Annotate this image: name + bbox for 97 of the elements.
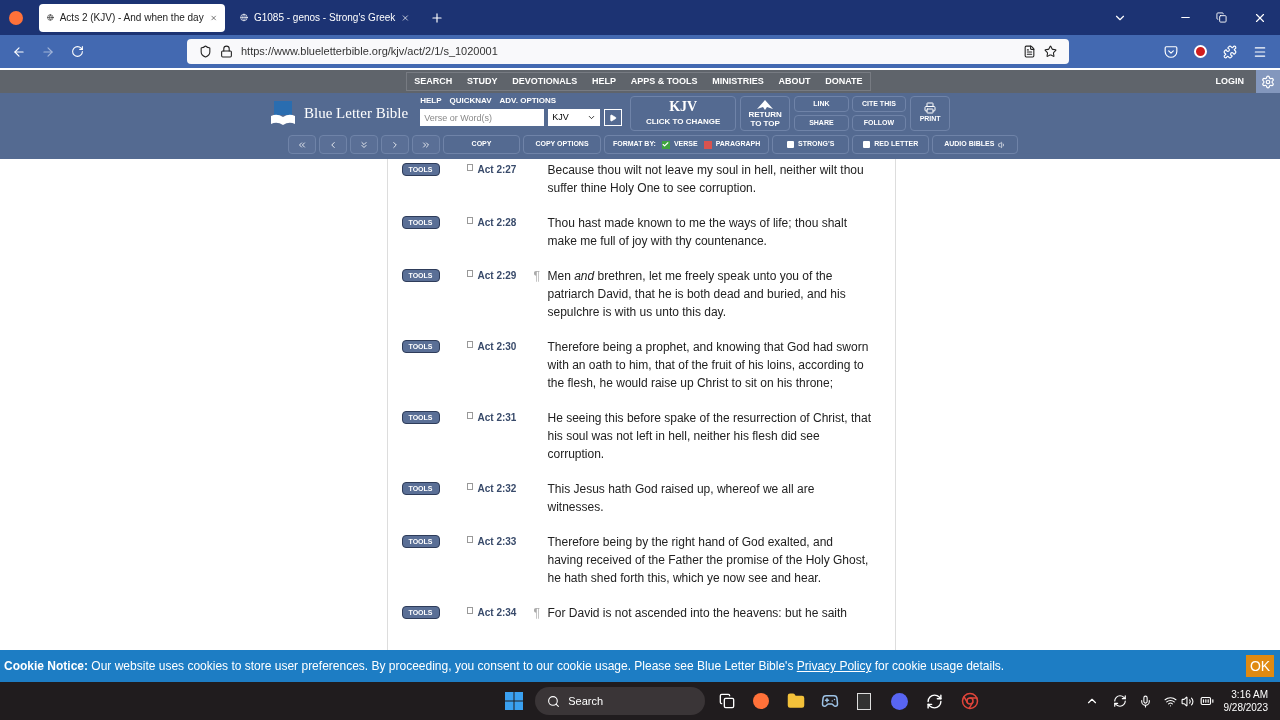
site-menu-link[interactable]: DEVOTIONALS: [512, 74, 578, 89]
reader-view-icon[interactable]: [1023, 45, 1036, 58]
verse-reference[interactable]: Act 2:32: [477, 480, 534, 498]
copy-verse-icon[interactable]: [465, 412, 473, 420]
copy-verse-icon[interactable]: [465, 341, 473, 349]
cookie-notice-text: Cookie Notice: Our website uses cookies to store user preferences. By proceeding, you consent to our cookie usage. Please see Blue Letter Bible's Privacy Policy for cookie usage details.: [4, 658, 1005, 675]
site-menu-link[interactable]: APPS & TOOLS: [630, 74, 698, 89]
pocket-icon[interactable]: [1164, 44, 1178, 59]
format-checkbox[interactable]: [703, 140, 712, 149]
site-menu-link[interactable]: DONATE: [825, 74, 863, 89]
verse-reference[interactable]: Act 2:30: [477, 338, 534, 356]
site-menu-link[interactable]: HELP: [592, 74, 616, 89]
site-menu-link[interactable]: STUDY: [467, 74, 498, 89]
double-left-icon: [297, 139, 307, 150]
search-option-link[interactable]: ADV. OPTIONS: [499, 96, 557, 105]
verse-text: He seeing this before spake of the resurrection of Christ, that his soul was not left in hell, neither his flesh did see corruption.: [547, 410, 872, 463]
gear-icon: [1261, 74, 1275, 89]
back-icon[interactable]: [12, 44, 26, 59]
tab-title: G1085 - genos - Strong's Greek: [253, 11, 396, 25]
copy-verse-icon[interactable]: [465, 217, 473, 225]
microphone-icon[interactable]: [1138, 694, 1152, 708]
site-logo-text[interactable]: Blue Letter Bible: [304, 101, 409, 125]
taskbar-search[interactable]: Search: [535, 687, 706, 715]
search-option-link[interactable]: HELP: [420, 96, 442, 105]
go-button[interactable]: [604, 109, 623, 126]
shield-icon: [199, 45, 212, 58]
privacy-policy-link[interactable]: Privacy Policy: [796, 659, 872, 673]
battery-icon[interactable]: [1199, 694, 1214, 708]
copy-verse-icon[interactable]: [465, 164, 473, 172]
copy-verse-icon[interactable]: [465, 270, 473, 278]
airplane-icon: [757, 99, 774, 110]
verse-reference[interactable]: Act 2:27: [477, 161, 534, 179]
speaker-icon: [998, 140, 1007, 149]
format-checkbox[interactable]: [661, 140, 670, 149]
settings-button[interactable]: [1256, 70, 1280, 93]
printer-icon: [924, 102, 937, 115]
bible-logo-icon: [270, 100, 296, 126]
bookmark-star-icon[interactable]: [1044, 45, 1057, 58]
verse-text: Therefore being a prophet, and knowing that God had sworn with an oath to him, that of the fruit of his loins, according to the flesh, he would raise up Christ to sit on his throne;: [547, 339, 870, 392]
verse-text: Men and brethren, let me freely speak unto you of the patriarch David, that he is both dead and buried, and his sepulchre is with us unto this day.: [547, 268, 847, 321]
new-tab-icon[interactable]: [430, 10, 444, 25]
version-button[interactable]: KJV CLICK TO CHANGE: [630, 96, 737, 131]
verse-text: Because thou wilt not leave my soul in hell, neither wilt thou suffer thine Holy One to see corruption.: [547, 162, 865, 197]
start-icon[interactable]: [505, 692, 524, 710]
menu-icon[interactable]: [1253, 44, 1267, 59]
left-icon: [328, 139, 338, 150]
update-icon[interactable]: [1112, 694, 1127, 708]
extension-icon[interactable]: [1194, 45, 1207, 58]
copy-verse-icon[interactable]: [465, 483, 473, 491]
play-icon: [609, 113, 618, 122]
sync-app-icon[interactable]: [926, 692, 944, 710]
double-right-icon: [421, 139, 431, 150]
toggle-checkbox[interactable]: [863, 141, 871, 148]
verse-reference[interactable]: Act 2:33: [477, 533, 534, 551]
volume-icon[interactable]: [1180, 694, 1194, 708]
browser-tab[interactable]: Acts 2 (KJV) - And when the day: [39, 3, 225, 32]
address-bar[interactable]: https://www.blueletterbible.org/kjv/act/2/1/s_1020001: [187, 39, 1069, 64]
folder-icon[interactable]: [787, 692, 806, 710]
right-icon: [390, 139, 400, 150]
verse-reference[interactable]: Act 2:34: [477, 604, 534, 622]
return-to-top-button[interactable]: RETURN TO TOP: [740, 96, 791, 131]
verse-text: Therefore being by the right hand of God exalted, and having received of the Father the promise of the Holy Ghost, he hath shed forth this, which ye now see and hear.: [547, 534, 870, 587]
copy-verse-icon[interactable]: [465, 607, 473, 615]
search-option-link[interactable]: QUICKNAV: [449, 96, 492, 105]
double-down-icon: [359, 139, 369, 150]
tab-favicon-icon: [47, 12, 54, 23]
verse-text: For David is not ascended into the heavens: but he saith: [547, 605, 849, 622]
verse-text: This Jesus hath God raised up, whereof we all are witnesses.: [547, 481, 816, 516]
login-link[interactable]: LOGIN: [1215, 74, 1244, 89]
verse-reference[interactable]: Act 2:28: [477, 214, 534, 232]
copy-verse-icon[interactable]: [465, 536, 473, 544]
site-menu-link[interactable]: MINISTRIES: [712, 74, 764, 89]
chrome-icon[interactable]: [961, 692, 980, 710]
version-select[interactable]: KJV: [548, 109, 601, 126]
toggle-checkbox[interactable]: [787, 141, 795, 148]
site-menu-link[interactable]: ABOUT: [778, 74, 811, 89]
clock-date[interactable]: 9/28/2023: [1223, 701, 1268, 714]
paragraph-mark: ¶: [533, 606, 540, 620]
search-icon: [547, 694, 561, 708]
tab-title: Acts 2 (KJV) - And when the day: [59, 11, 204, 25]
extensions-icon[interactable]: [1223, 44, 1237, 59]
verse-reference[interactable]: Act 2:31: [477, 409, 534, 427]
verse-reference[interactable]: Act 2:29: [477, 267, 534, 285]
restore-icon[interactable]: [1216, 12, 1227, 23]
search-field[interactable]: Verse or Word(s): [420, 109, 545, 126]
task-view-icon[interactable]: [719, 693, 736, 709]
lock-icon: [220, 45, 233, 58]
paragraph-mark: ¶: [533, 269, 540, 283]
site-menu-link[interactable]: SEARCH: [414, 74, 453, 89]
tab-favicon-icon: [240, 12, 248, 23]
dropdown-caret-icon: [587, 113, 597, 122]
reload-icon[interactable]: [71, 45, 84, 58]
clock-time[interactable]: 3:16 AM: [1231, 688, 1268, 701]
url-text: https://www.blueletterbible.org/kjv/act/2/1/s_1020001: [241, 44, 499, 60]
browser-tab[interactable]: G1085 - genos - Strong's Greek: [232, 3, 418, 32]
verse-text: Thou hast made known to me the ways of life; thou shalt make me full of joy with thy countenance.: [547, 215, 848, 250]
wifi-icon[interactable]: [1163, 694, 1177, 708]
